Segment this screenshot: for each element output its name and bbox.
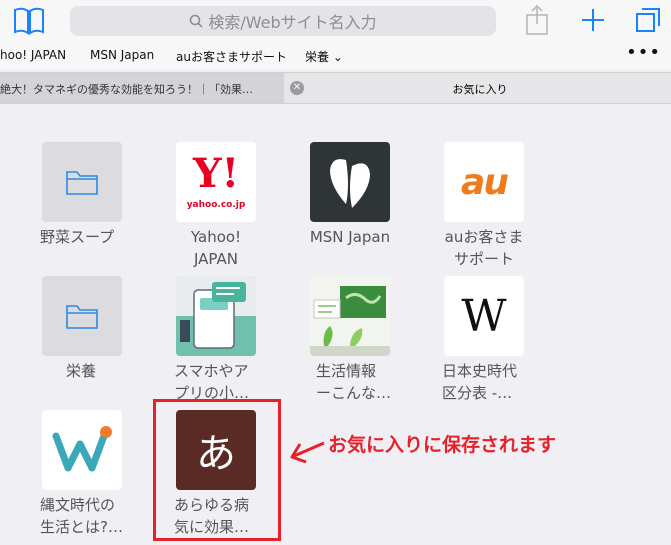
favorite-msn-japan[interactable]: MSN Japan: [310, 142, 406, 248]
favorite-nutrition-folder[interactable]: 栄養: [42, 276, 138, 382]
bookmarks-book-icon[interactable]: [12, 6, 46, 40]
favorite-life-info[interactable]: 生活情報 ーこんな…: [310, 276, 406, 404]
bookmark-yahoo[interactable]: hoo! JAPAN: [0, 48, 66, 62]
favorite-label: スマホやア プリの小…: [174, 362, 250, 402]
arrow-icon: [288, 430, 328, 474]
favorite-yahoo-japan[interactable]: Y! yahoo.co.jp Yahoo! JAPAN: [176, 142, 272, 270]
favorite-label: Yahoo! JAPAN: [190, 228, 242, 268]
favorite-au-support[interactable]: au auお客さま サポート: [444, 142, 540, 270]
smartphone-thumbnail-icon: [176, 276, 256, 356]
new-tab-plus-icon[interactable]: [580, 7, 606, 37]
au-logo-icon: au: [444, 142, 524, 222]
folder-icon: [42, 276, 122, 356]
favorite-label: 縄文時代の 生活とは?…: [40, 496, 123, 536]
favorite-label: auお客さま サポート: [444, 228, 524, 268]
life-info-thumbnail-icon: [310, 276, 390, 356]
top-toolbar: 検索/Webサイト名入力: [0, 0, 671, 42]
search-placeholder: 検索/Webサイト名入力: [208, 13, 377, 32]
more-icon[interactable]: •••: [626, 42, 661, 63]
bookmark-au-support[interactable]: auお客さまサポート: [176, 48, 287, 65]
favorite-jomon-life[interactable]: 縄文時代の 生活とは?…: [40, 410, 138, 538]
folder-icon: [42, 142, 122, 222]
share-icon[interactable]: [525, 4, 549, 40]
search-icon: [189, 14, 203, 28]
msn-butterfly-icon: [310, 142, 390, 222]
tab-favorites[interactable]: お気に入り: [420, 81, 540, 97]
favorite-label: MSN Japan: [309, 228, 391, 246]
tab-onion-article[interactable]: 絶大！タマネギの優秀な効能を知ろう！｜「効果…: [0, 73, 284, 103]
favorite-label: 日本史時代 区分表 -…: [442, 362, 518, 402]
tabs-overview-icon[interactable]: [634, 6, 662, 38]
yahoo-logo-icon: Y! yahoo.co.jp: [176, 142, 256, 222]
wikipedia-logo-icon: W: [444, 276, 524, 356]
favorite-japanese-history[interactable]: W 日本史時代 区分表 -…: [442, 276, 540, 404]
bookmark-folder-nutrition[interactable]: 栄養 ⌄: [305, 48, 343, 65]
search-input[interactable]: 検索/Webサイト名入力: [70, 6, 496, 36]
tab-title-active: お気に入り: [452, 83, 508, 96]
annotation-text: お気に入りに保存されます: [328, 434, 557, 456]
bookmark-msn[interactable]: MSN Japan: [90, 48, 154, 62]
favorite-label: 生活情報 ーこんな…: [316, 362, 392, 402]
tab-title: 絶大！タマネギの優秀な効能を知ろう！｜「効果…: [0, 83, 253, 96]
favorite-smartphone-app[interactable]: スマホやア プリの小…: [174, 276, 272, 404]
favorite-label: 野菜スープ: [40, 228, 115, 246]
close-tab-icon[interactable]: ✕: [290, 81, 304, 95]
bookmarks-bar: hoo! JAPAN MSN Japan auお客さまサポート 栄養 ⌄ •••: [0, 42, 671, 70]
tab-bar: 絶大！タマネギの優秀な効能を知ろう！｜「効果… ✕ お気に入り: [0, 72, 671, 104]
highlight-box: [153, 399, 281, 541]
favorite-vegetable-soup-folder[interactable]: 野菜スープ: [40, 142, 138, 248]
favorite-label: 栄養: [66, 362, 97, 380]
w-logo-icon: [42, 410, 122, 490]
